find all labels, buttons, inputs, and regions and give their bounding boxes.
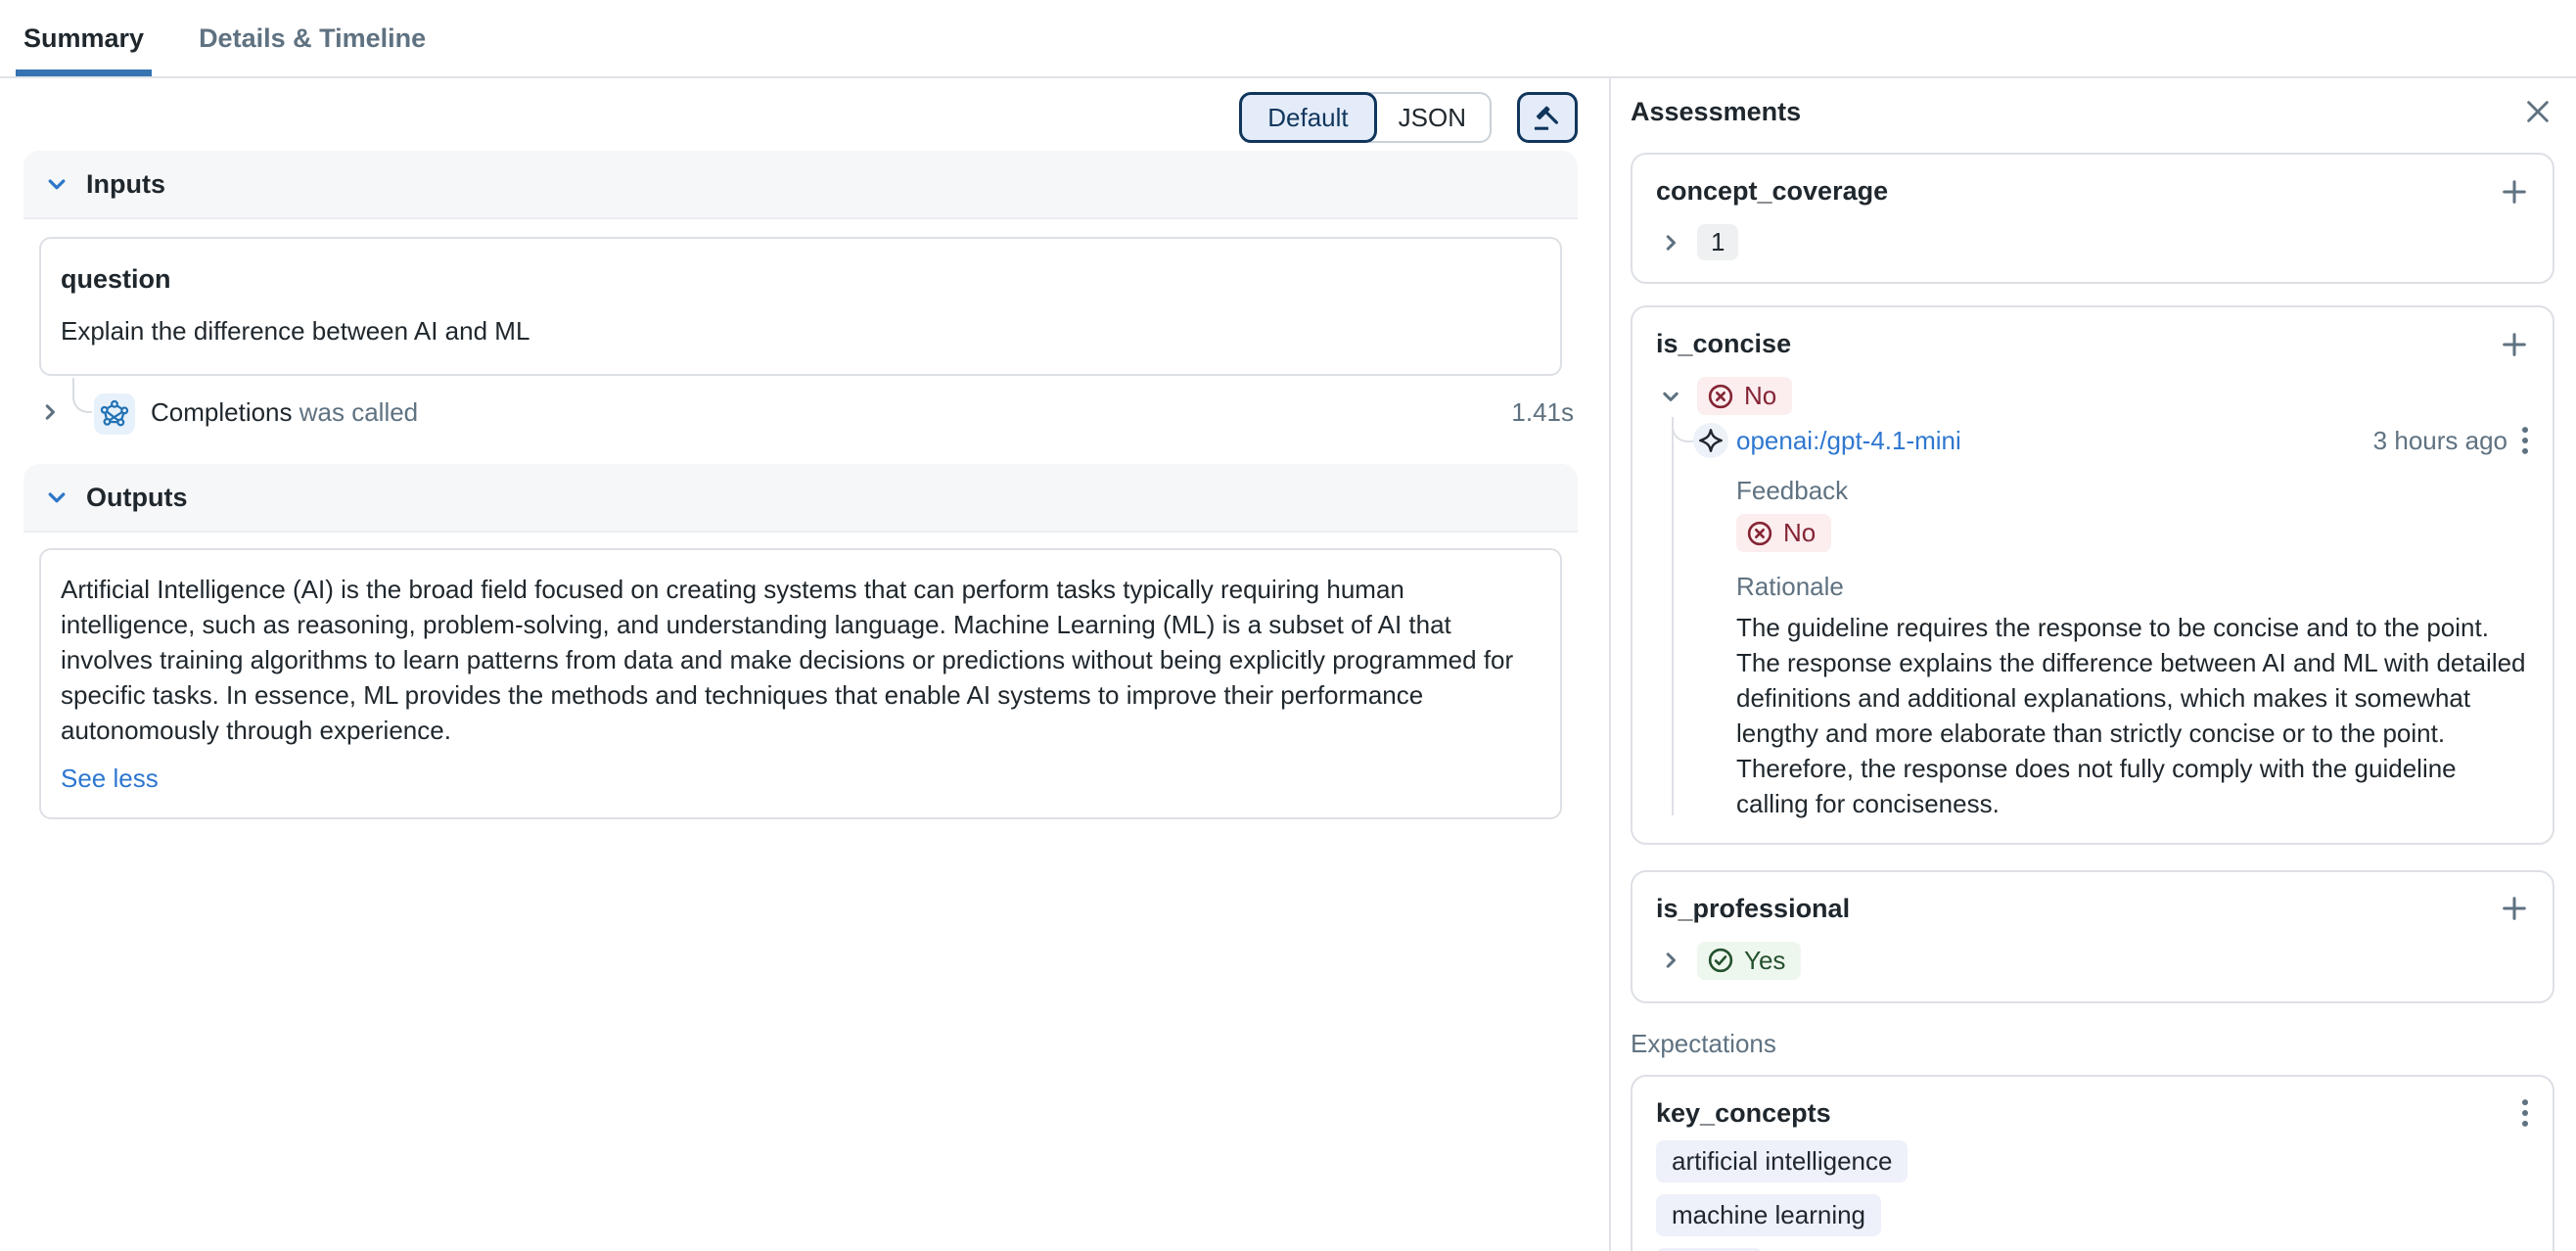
assessment-value-badge: No bbox=[1697, 377, 1792, 415]
tree-thread-line bbox=[1672, 417, 1674, 815]
circle-check-icon bbox=[1707, 947, 1734, 974]
chevron-down-icon bbox=[45, 486, 69, 509]
key-concept-tag: subset bbox=[1656, 1248, 1763, 1251]
sparkle-icon bbox=[1693, 423, 1728, 458]
inputs-section-header[interactable]: Inputs bbox=[23, 151, 1578, 219]
tab-bar: Summary Details & Timeline bbox=[0, 0, 2576, 78]
feedback-label: Feedback bbox=[1736, 476, 2529, 506]
view-mode-toggle: Default JSON bbox=[1239, 92, 1492, 143]
output-text: Artificial Intelligence (AI) is the broa… bbox=[61, 572, 1541, 748]
chevron-down-icon[interactable] bbox=[1660, 386, 1681, 407]
output-text-card: Artificial Intelligence (AI) is the broa… bbox=[39, 548, 1562, 819]
assessment-gavel-button[interactable] bbox=[1517, 92, 1578, 143]
view-toggle-default[interactable]: Default bbox=[1239, 92, 1376, 143]
expectation-card-key-concepts: key_concepts artificial intelligence mac… bbox=[1631, 1075, 2554, 1251]
assessment-name: concept_coverage bbox=[1656, 176, 1888, 207]
plus-icon bbox=[2500, 330, 2529, 359]
assessment-source-row: openai:/gpt-4.1-mini 3 hours ago bbox=[1736, 419, 2529, 462]
is-concise-title-row: is_concise bbox=[1656, 329, 2529, 359]
assessment-card-is-concise: is_concise No bbox=[1631, 305, 2554, 845]
assessment-card-concept-coverage: concept_coverage 1 bbox=[1631, 153, 2554, 284]
feedback-value-badge: No bbox=[1736, 514, 1831, 552]
expectation-menu-button[interactable] bbox=[2521, 1098, 2529, 1128]
key-concept-tag: artificial intelligence bbox=[1656, 1140, 1908, 1182]
is-concise-value-row: No bbox=[1656, 377, 2529, 415]
circle-x-icon bbox=[1707, 383, 1734, 410]
inputs-section: Inputs question Explain the difference b… bbox=[23, 151, 1578, 376]
key-concept-tag: machine learning bbox=[1656, 1194, 1881, 1236]
chevron-right-icon[interactable] bbox=[39, 401, 61, 423]
assessment-source-link[interactable]: openai:/gpt-4.1-mini bbox=[1736, 426, 2373, 456]
trace-summary-page: Summary Details & Timeline Default JSON bbox=[0, 0, 2576, 1251]
view-toolbar: Default JSON bbox=[1239, 92, 1578, 143]
question-field-value: Explain the difference between AI and ML bbox=[61, 316, 1541, 347]
completions-span-row[interactable]: Completions was called 1.41s bbox=[23, 388, 1578, 439]
completions-span-label: Completions was called bbox=[151, 397, 418, 428]
span-duration: 1.41s bbox=[1511, 397, 1574, 428]
rationale-label: Rationale bbox=[1736, 572, 2529, 602]
view-toggle-json[interactable]: JSON bbox=[1369, 92, 1492, 143]
assessment-name: is_concise bbox=[1656, 329, 1791, 359]
chevron-right-icon[interactable] bbox=[1660, 950, 1681, 971]
assessment-card-is-professional: is_professional Yes bbox=[1631, 870, 2554, 1003]
question-field-label: question bbox=[61, 264, 1541, 295]
add-assessment-button[interactable] bbox=[2500, 894, 2529, 923]
feedback-value-text: No bbox=[1783, 518, 1816, 548]
assessment-value-text: Yes bbox=[1744, 946, 1785, 976]
assessments-panel: Assessments concept_coverage bbox=[1609, 78, 2576, 1251]
plus-icon bbox=[2500, 177, 2529, 207]
outputs-section-title: Outputs bbox=[86, 483, 187, 513]
assessment-name: is_professional bbox=[1656, 894, 1850, 924]
span-suffix: was called bbox=[299, 397, 418, 427]
is-professional-title-row: is_professional bbox=[1656, 894, 2529, 924]
close-panel-button[interactable] bbox=[2521, 95, 2554, 128]
trace-content-panel: Default JSON Inputs bbox=[0, 78, 1609, 1251]
add-assessment-button[interactable] bbox=[2500, 177, 2529, 207]
expectations-label: Expectations bbox=[1631, 1029, 2554, 1059]
close-icon bbox=[2523, 97, 2553, 126]
kebab-icon bbox=[2521, 426, 2529, 455]
outputs-section-header[interactable]: Outputs bbox=[23, 464, 1578, 533]
assessment-timestamp: 3 hours ago bbox=[2373, 426, 2507, 456]
gavel-icon bbox=[1533, 103, 1562, 132]
add-assessment-button[interactable] bbox=[2500, 330, 2529, 359]
assessments-panel-header: Assessments bbox=[1631, 94, 2554, 129]
expectation-name: key_concepts bbox=[1656, 1098, 1831, 1129]
is-concise-detail: openai:/gpt-4.1-mini 3 hours ago Feedbac… bbox=[1656, 419, 2529, 821]
span-name: Completions bbox=[151, 397, 293, 427]
concept-coverage-value-row: 1 bbox=[1656, 224, 2529, 260]
concept-coverage-title-row: concept_coverage bbox=[1656, 176, 2529, 207]
question-field-card: question Explain the difference between … bbox=[39, 237, 1562, 376]
assessment-value-badge: Yes bbox=[1697, 942, 1801, 980]
is-professional-value-row: Yes bbox=[1656, 942, 2529, 980]
outputs-section: Outputs Artificial Intelligence (AI) is … bbox=[23, 464, 1578, 819]
tab-details-timeline[interactable]: Details & Timeline bbox=[199, 0, 426, 76]
plus-icon bbox=[2500, 894, 2529, 923]
key-concepts-title-row: key_concepts bbox=[1656, 1098, 2529, 1129]
kebab-icon bbox=[2521, 1098, 2529, 1128]
model-network-icon bbox=[94, 394, 135, 435]
chevron-right-icon[interactable] bbox=[1660, 232, 1681, 254]
chevron-down-icon bbox=[45, 172, 69, 196]
see-less-link[interactable]: See less bbox=[61, 764, 159, 794]
tab-summary[interactable]: Summary bbox=[23, 0, 144, 76]
assessments-title: Assessments bbox=[1631, 97, 1801, 127]
circle-x-icon bbox=[1746, 520, 1773, 547]
assessment-value-text: No bbox=[1744, 381, 1776, 411]
assessment-menu-button[interactable] bbox=[2521, 426, 2529, 455]
rationale-text: The guideline requires the response to b… bbox=[1736, 610, 2529, 821]
inputs-section-title: Inputs bbox=[86, 169, 165, 200]
assessment-value-badge: 1 bbox=[1697, 224, 1738, 260]
